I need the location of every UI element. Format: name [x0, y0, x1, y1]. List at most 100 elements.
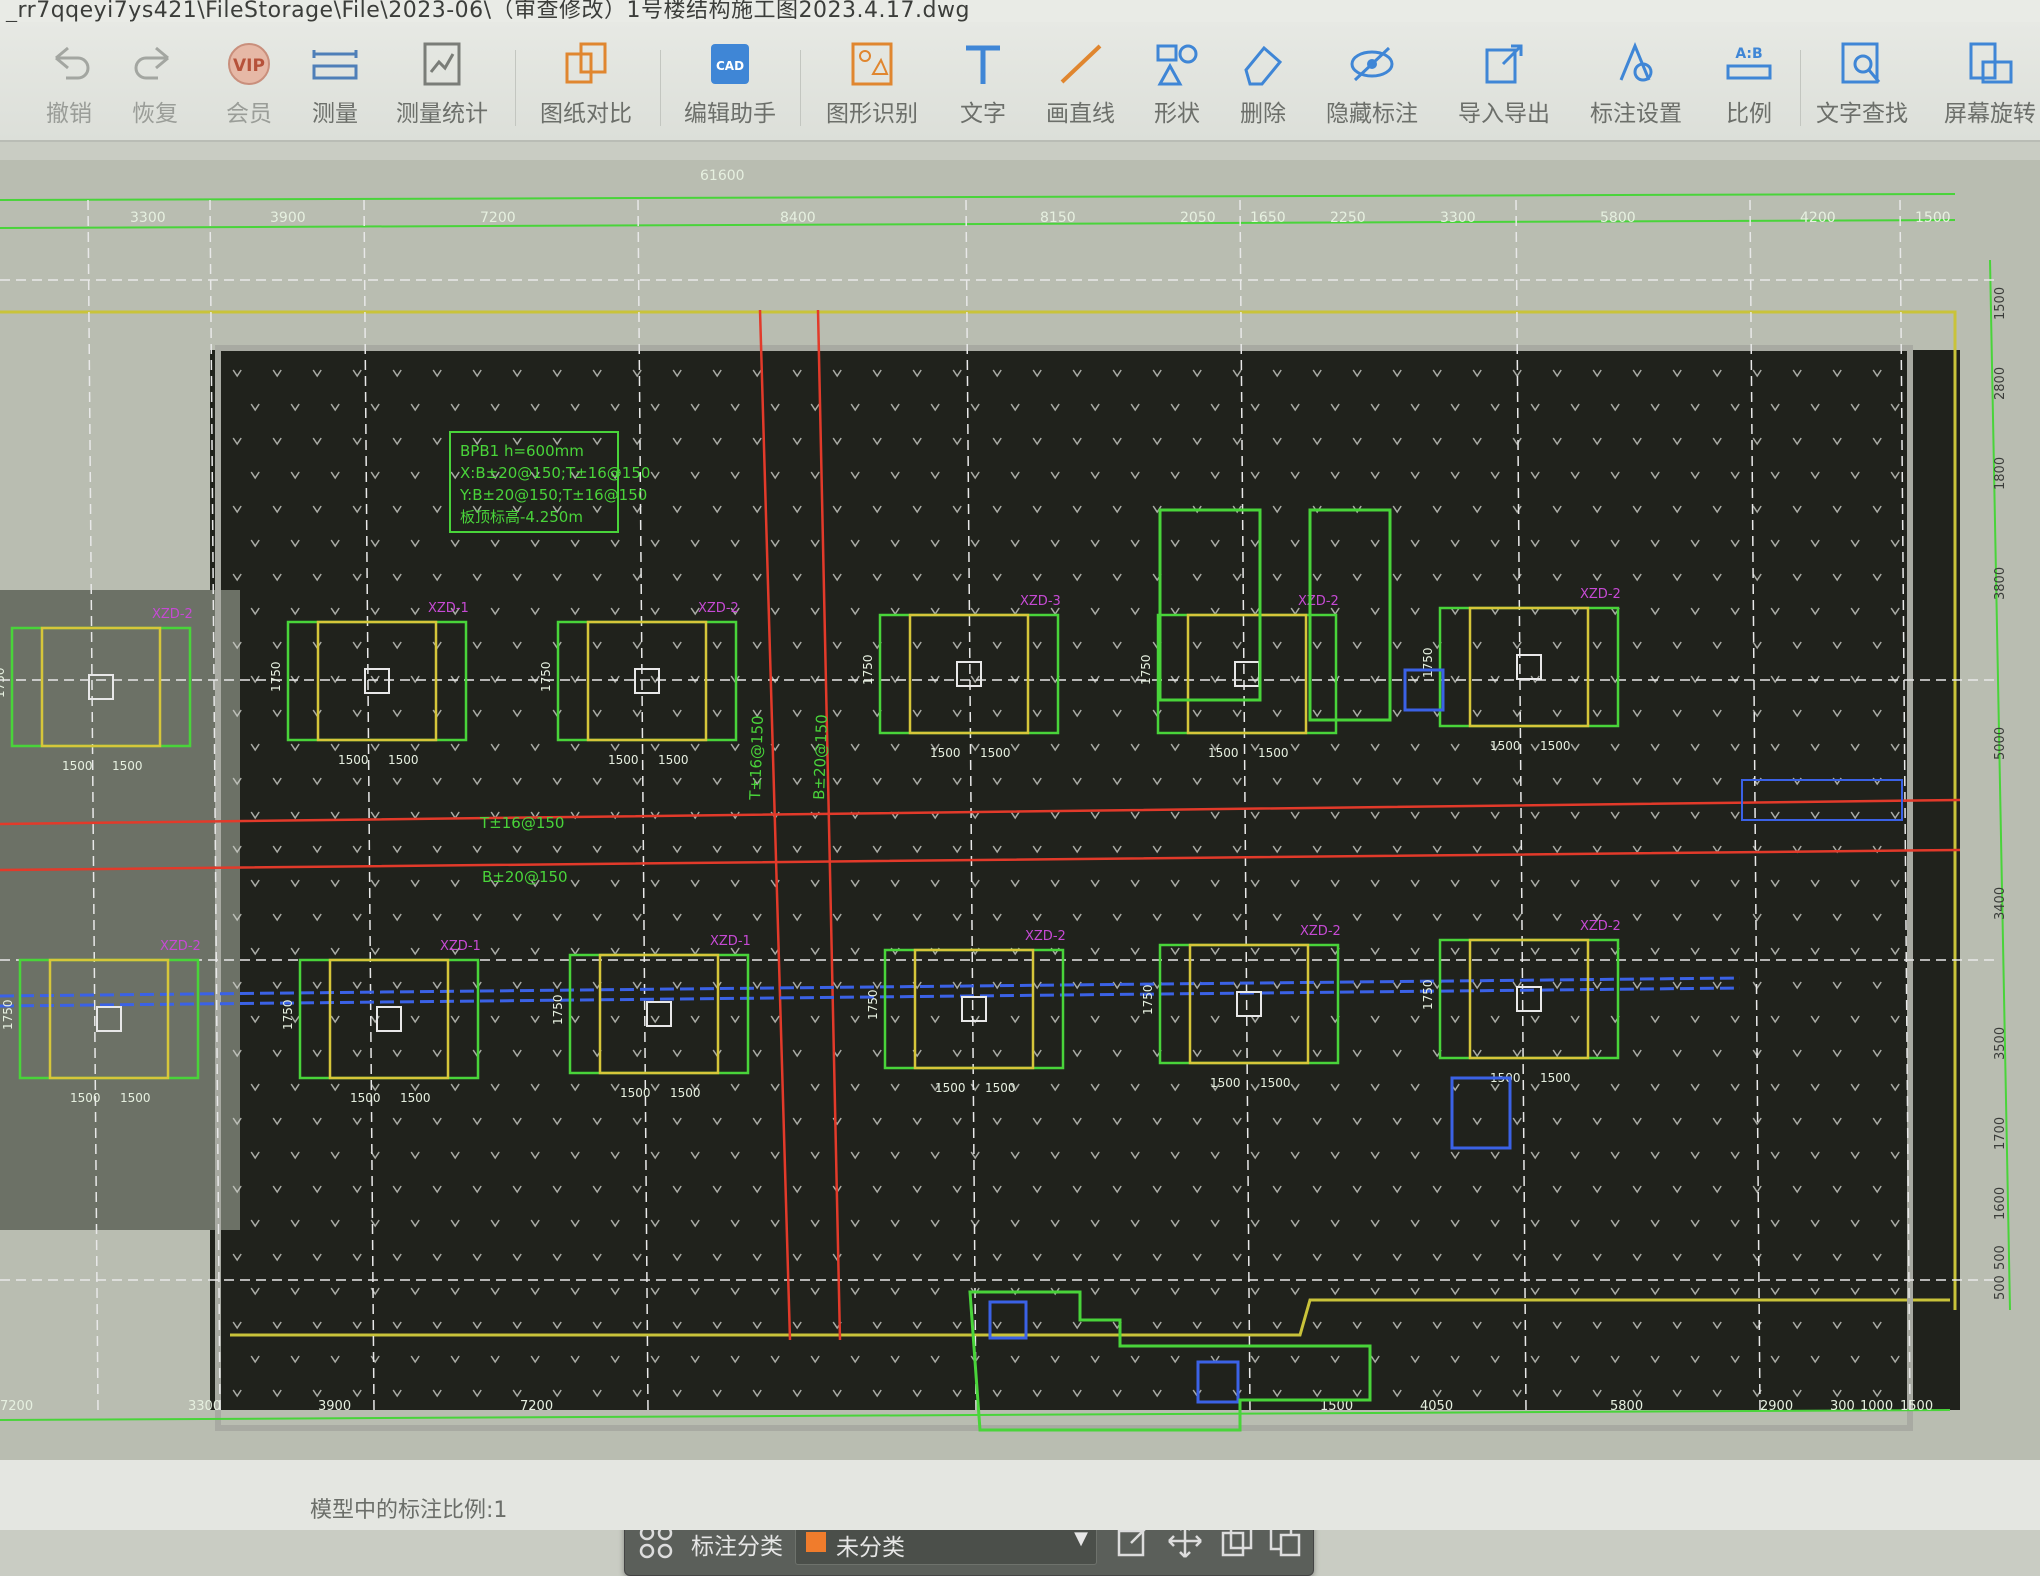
annotation-settings-label: 标注设置 [1590, 101, 1682, 127]
undo-label: 撤销 [46, 101, 92, 127]
cad-drawing[interactable]: XZD-1 1500 1500 1750 XZD-2 1500 1500 1750 XZD-3 1… [0, 160, 2040, 1460]
measure-icon [312, 50, 358, 80]
status-bar: 模型中的标注比例:1 [0, 1460, 2040, 1530]
vip-label: 会员 [226, 101, 272, 127]
annotation-scale-text: 模型中的标注比例:1 [310, 1498, 508, 1523]
footing-dimension: 1750 [551, 994, 565, 1025]
footing-dimension: 1500 [1258, 746, 1289, 760]
footing-dimension: 1500 [350, 1091, 381, 1105]
total-dim: 61600 [700, 168, 745, 184]
right-dimension: 500 [1993, 1275, 2008, 1300]
window-title: _rr7qqeyi7ys421\FileStorage\File\2023-06… [0, 0, 2040, 22]
import-export-button[interactable]: 导入导出 [1458, 40, 1550, 128]
line-label: 画直线 [1046, 101, 1115, 127]
footing-dimension: 1500 [1490, 739, 1521, 753]
right-dimension: 1700 [1993, 1117, 2008, 1150]
redo-button[interactable]: 恢复 [128, 40, 182, 128]
bottom-dimension: 2900 [1760, 1399, 1793, 1414]
redo-icon [134, 46, 169, 80]
text-search-button[interactable]: 文字查找 [1816, 40, 1908, 128]
compare-button[interactable]: 图纸对比 [540, 40, 632, 128]
drawing-canvas[interactable]: XZD-1 1500 1500 1750 XZD-2 1500 1500 1750 XZD-3 1… [0, 160, 2040, 1576]
right-dimension: 5000 [1993, 727, 2008, 760]
eraser-icon [1244, 45, 1283, 86]
scale-button[interactable]: A:B 比例 [1722, 40, 1776, 128]
rebar-vertical-bottom: B±20@150 [810, 714, 831, 800]
vip-badge-text: VIP [233, 56, 265, 76]
scale-label: 比例 [1726, 101, 1772, 127]
footing-dimension: 1500 [608, 753, 639, 767]
footing-dimension: 1500 [388, 753, 419, 767]
top-dimension: 1500 [1915, 210, 1951, 226]
footing-dimension: 1500 [1208, 746, 1239, 760]
category-color-swatch [806, 1532, 826, 1552]
footing-dimension: 1500 [930, 746, 961, 760]
raft-note-line-3: Y:B±20@150;T±16@150 [459, 486, 647, 504]
footing-dimension: 1750 [269, 661, 283, 692]
shape-button[interactable]: 形状 [1150, 40, 1204, 128]
compare-icon [565, 42, 607, 84]
footing-dimension: 1750 [1421, 979, 1435, 1010]
line-button[interactable]: 画直线 [1046, 40, 1115, 128]
measure-stats-button[interactable]: 测量统计 [396, 40, 488, 128]
footing-dimension: 1500 [62, 759, 93, 773]
footing-dimension: 1500 [1540, 1071, 1571, 1085]
right-dimension: 2800 [1993, 367, 2008, 400]
hide-annotation-button[interactable]: 隐藏标注 [1326, 40, 1418, 128]
right-dimension: 3400 [1993, 887, 2008, 920]
raft-note-line-4: 板顶标高-4.250m [460, 508, 583, 526]
footing-dimension: 1750 [861, 654, 875, 685]
annotation-settings-icon [1619, 42, 1653, 82]
import-export-label: 导入导出 [1458, 101, 1550, 127]
bottom-dimension: 5800 [1610, 1399, 1643, 1414]
annotation-settings-button[interactable]: 标注设置 [1590, 40, 1682, 128]
bottom-dimension: 300 [1830, 1399, 1855, 1414]
right-dimension: 3800 [1993, 567, 2008, 600]
right-dimension: 500 [1993, 1245, 2008, 1270]
text-search-label: 文字查找 [1816, 101, 1908, 127]
hide-annotation-label: 隐藏标注 [1326, 101, 1418, 127]
footing-tag: XZD-2 [152, 607, 193, 622]
rotate-screen-button[interactable]: 屏幕旋转 [1944, 40, 2036, 128]
text-button[interactable]: 文字 [956, 40, 1010, 128]
text-icon [966, 45, 1000, 84]
compare-label: 图纸对比 [540, 101, 632, 127]
footing-tag: XZD-2 [698, 601, 739, 616]
footing-dimension: 1750 [1141, 984, 1155, 1015]
cad-badge-text: CAD [716, 59, 744, 73]
footing-dimension: 1500 [112, 759, 143, 773]
shape-recognition-icon [851, 42, 893, 86]
measure-stats-label: 测量统计 [396, 101, 488, 127]
hide-annotation-icon [1350, 46, 1394, 82]
undo-button[interactable]: 撤销 [42, 40, 96, 128]
rotate-screen-label: 屏幕旋转 [1944, 101, 2036, 127]
footing-tag: XZD-2 [160, 939, 201, 954]
edit-assistant-label: 编辑助手 [684, 101, 776, 127]
footing-tag: XZD-3 [1020, 594, 1061, 609]
rotate-screen-icon [1969, 42, 2013, 84]
measure-label: 测量 [312, 101, 358, 127]
footing-dimension: 1500 [658, 753, 689, 767]
top-dimension: 3900 [270, 210, 306, 226]
rebar-vertical-top: T±16@150 [746, 715, 767, 801]
footing-tag: XZD-2 [1025, 929, 1066, 944]
footing-tag: XZD-2 [1300, 924, 1341, 939]
footing-dimension: 1500 [400, 1091, 431, 1105]
text-search-icon [1841, 42, 1881, 84]
edit-assistant-button[interactable]: CAD 编辑助手 [684, 40, 776, 128]
measure-button[interactable]: 测量 [308, 40, 362, 128]
raft-note-line-1: BPB1 h=600mm [460, 442, 584, 460]
right-dimension: 1800 [1993, 457, 2008, 490]
footing-dimension: 1500 [1210, 1076, 1241, 1090]
shape-recognition-button[interactable]: 图形识别 [826, 40, 918, 128]
import-export-icon [1485, 44, 1523, 84]
shape-recognition-label: 图形识别 [826, 101, 918, 127]
vip-button[interactable]: VIP 会员 [222, 40, 276, 128]
footing-dimension: 1500 [1540, 739, 1571, 753]
bottom-dimension: 7200 [0, 1399, 33, 1414]
footing-dimension: 1500 [1260, 1076, 1291, 1090]
footing-tag: XZD-2 [1580, 587, 1621, 602]
right-dimension: 3500 [1993, 1027, 2008, 1060]
delete-button[interactable]: 删除 [1236, 40, 1290, 128]
top-dimension: 2250 [1330, 210, 1366, 226]
